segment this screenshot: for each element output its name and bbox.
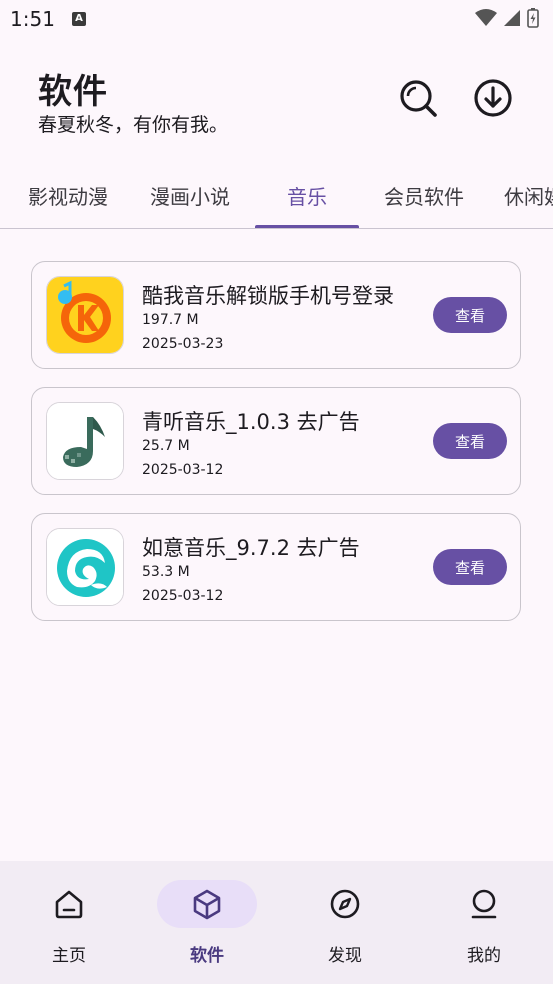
signal-icon [504, 10, 520, 26]
nav-discover-pill [295, 880, 395, 928]
app-name: 青听音乐_1.0.3 去广告 [142, 410, 360, 434]
status-time: 1:51 [10, 7, 55, 31]
cube-icon [193, 889, 221, 920]
page-subtitle: 春夏秋冬，有你有我。 [38, 114, 229, 136]
app-date: 2025-03-12 [142, 588, 224, 604]
nav-discover[interactable]: 发现 [276, 861, 414, 984]
notification-badge-icon: A [72, 12, 86, 26]
status-bar: 1:51 A [0, 0, 553, 40]
compass-icon [330, 889, 360, 919]
status-icons [475, 8, 539, 28]
download-button[interactable] [471, 76, 515, 120]
nav-home-label: 主页 [52, 946, 86, 966]
tab-vip-software[interactable]: 会员软件 [370, 162, 478, 228]
category-tabs: 影视动漫 漫画小说 音乐 会员软件 休闲娱 [0, 162, 553, 228]
tab-film-anime[interactable]: 影视动漫 [14, 162, 122, 228]
download-icon [474, 79, 512, 117]
nav-home-pill [19, 880, 119, 928]
home-icon [55, 890, 83, 919]
view-button[interactable]: 查看 [433, 549, 507, 585]
app-name: 酷我音乐解锁版手机号登录 [142, 284, 394, 308]
kuwo-music-icon [46, 276, 124, 354]
nav-software[interactable]: 软件 [138, 861, 276, 984]
battery-icon [527, 8, 539, 28]
nav-mine[interactable]: 我的 [415, 861, 553, 984]
app-card[interactable]: 青听音乐_1.0.3 去广告 25.7 M 2025-03-12 查看 [31, 387, 521, 495]
app-name: 如意音乐_9.7.2 去广告 [142, 536, 360, 560]
nav-discover-label: 发现 [328, 946, 362, 966]
tab-leisure[interactable]: 休闲娱 [492, 162, 553, 228]
person-icon [471, 889, 497, 919]
bottom-navigation: 主页 软件 发现 我的 [0, 861, 553, 984]
ruyi-music-icon [46, 528, 124, 606]
app-date: 2025-03-12 [142, 462, 224, 478]
app-size: 25.7 M [142, 438, 190, 454]
app-size: 197.7 M [142, 312, 199, 328]
search-icon [400, 80, 437, 117]
page-title: 软件 [38, 72, 108, 112]
nav-mine-label: 我的 [467, 946, 501, 966]
app-date: 2025-03-23 [142, 336, 224, 352]
nav-software-pill [157, 880, 257, 928]
wifi-icon [475, 9, 497, 26]
qingting-music-icon [46, 402, 124, 480]
nav-mine-pill [434, 880, 534, 928]
nav-software-label: 软件 [190, 946, 224, 966]
view-button[interactable]: 查看 [433, 297, 507, 333]
search-button[interactable] [396, 76, 440, 120]
view-button[interactable]: 查看 [433, 423, 507, 459]
app-card[interactable]: 如意音乐_9.7.2 去广告 53.3 M 2025-03-12 查看 [31, 513, 521, 621]
tabs-divider [0, 228, 553, 229]
tab-music[interactable]: 音乐 [255, 162, 359, 228]
nav-home[interactable]: 主页 [0, 861, 138, 984]
app-card[interactable]: 酷我音乐解锁版手机号登录 197.7 M 2025-03-23 查看 [31, 261, 521, 369]
tab-comics-novels[interactable]: 漫画小说 [136, 162, 244, 228]
app-size: 53.3 M [142, 564, 190, 580]
